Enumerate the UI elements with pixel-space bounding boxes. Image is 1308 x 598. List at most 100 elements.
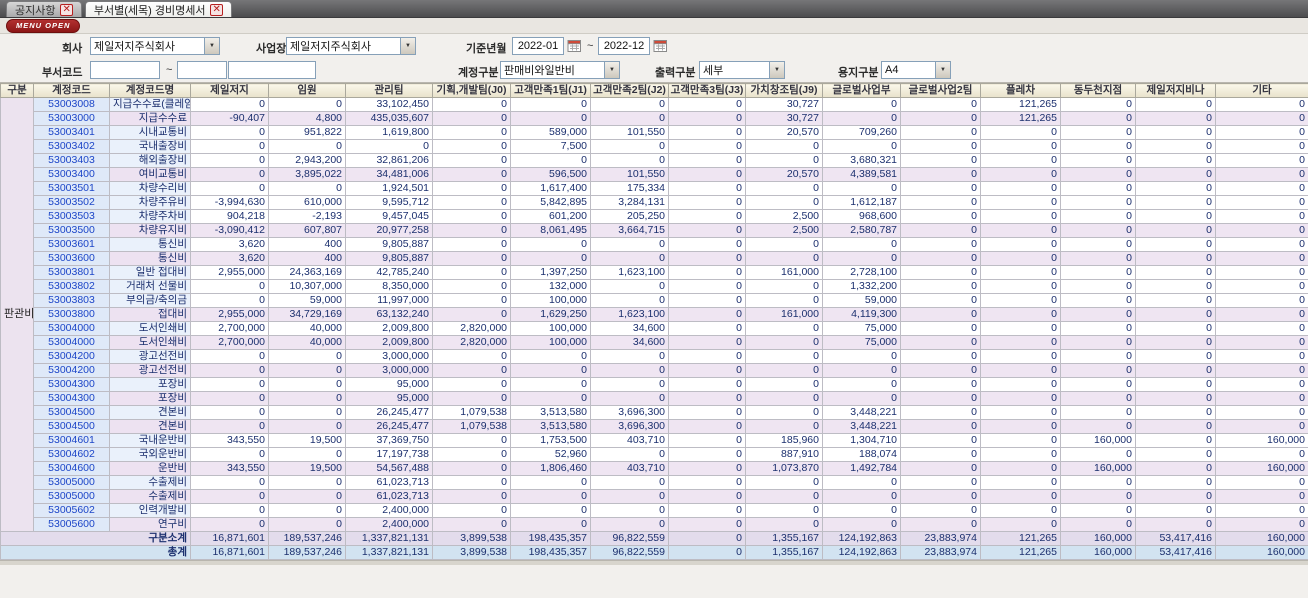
table-row[interactable]: 53005000 수출제비 0 0 61,023,713 0 0 0 0 0 0 0 0 0 0 0 <box>1 475 1308 490</box>
tab-notice[interactable]: 공지사항 ✕ <box>6 1 82 17</box>
close-icon[interactable]: ✕ <box>210 3 223 16</box>
account-code[interactable]: 53004601 <box>33 433 110 448</box>
table-row[interactable]: 53003501 차량수리비 0 0 1,924,501 0 1,617,400 175,33… <box>1 181 1308 196</box>
column-header[interactable]: 기획,개발팀(J0) <box>432 83 511 98</box>
account-code[interactable]: 53004602 <box>33 447 110 462</box>
account-code[interactable]: 53003600 <box>33 251 110 266</box>
table-row[interactable]: 판관비 53003008 지급수수료(클레임 0 0 33,102,450 0 0 0 0 30,7… <box>0 97 1308 532</box>
account-code[interactable]: 53005000 <box>33 489 110 504</box>
table-row[interactable]: 53004300 포장비 0 0 95,000 0 0 0 0 0 0 0 0 0 0 0 <box>1 377 1308 392</box>
account-code[interactable]: 53003008 <box>33 97 110 112</box>
account-code[interactable]: 53004200 <box>33 363 110 378</box>
table-row[interactable]: 53003802 거래처 선물비 0 10,307,000 8,350,000 0 132,… <box>1 279 1308 294</box>
account-code[interactable]: 53004300 <box>33 391 110 406</box>
menu-open-button[interactable]: MENU OPEN <box>6 18 81 33</box>
close-icon[interactable]: ✕ <box>60 3 73 16</box>
account-code[interactable]: 53004000 <box>33 335 110 350</box>
account-code[interactable]: 53003502 <box>33 195 110 210</box>
table-row[interactable]: 53004200 광고선전비 0 0 3,000,000 0 0 0 0 0 0 0 0 0 0 0 <box>1 349 1308 364</box>
table-row[interactable]: 53003402 국내출장비 0 0 0 0 7,500 0 0 0 0 0 0 0 0 0 <box>1 139 1308 154</box>
column-header[interactable]: 계정코드 <box>33 83 110 98</box>
account-code[interactable]: 53004300 <box>33 377 110 392</box>
period-from-input[interactable] <box>512 37 564 55</box>
account-code[interactable]: 53003401 <box>33 125 110 140</box>
column-header[interactable]: 고객만족1팀(J1) <box>510 83 591 98</box>
account-code[interactable]: 53003402 <box>33 139 110 154</box>
account-code[interactable]: 53003803 <box>33 293 110 308</box>
table-row[interactable]: 53004602 국외운반비 0 0 17,197,738 0 52,960 0 0 887,91… <box>1 447 1308 462</box>
account-type-select[interactable]: 판매비와일반비 ▼ <box>500 61 620 79</box>
table-row[interactable]: 53005000 수출제비 0 0 61,023,713 0 0 0 0 0 0 0 0 0 0 0 <box>1 489 1308 504</box>
calendar-icon[interactable] <box>567 38 582 53</box>
table-row[interactable]: 53003400 여비교통비 0 3,895,022 34,481,006 0 596,50… <box>1 167 1308 182</box>
column-header[interactable]: 가치창조팀(J9) <box>745 83 823 98</box>
table-row[interactable]: 53004600 운반비 343,550 19,500 54,567,488 0 1,806… <box>1 461 1308 476</box>
account-code[interactable]: 53004600 <box>33 461 110 476</box>
table-row[interactable]: 53003500 차량유지비 -3,090,412 607,807 20,977,258… <box>1 223 1308 238</box>
table-row[interactable]: 53003403 해외출장비 0 2,943,200 32,861,206 0 0 0 0 0 3,… <box>1 153 1308 168</box>
column-header[interactable]: 고객만족3팀(J3) <box>668 83 746 98</box>
amount-cell: 0 <box>1060 279 1136 294</box>
account-code[interactable]: 53003400 <box>33 167 110 182</box>
paper-type-select[interactable]: A4 ▼ <box>881 61 951 79</box>
account-code[interactable]: 53003601 <box>33 237 110 252</box>
account-code[interactable]: 53004500 <box>33 419 110 434</box>
table-row[interactable]: 53004000 도서인쇄비 2,700,000 40,000 2,009,800 2,8… <box>1 335 1308 350</box>
table-row[interactable]: 53003801 일반 접대비 2,955,000 24,363,169 42,785,… <box>1 265 1308 280</box>
table-row[interactable]: 53004601 국내운반비 343,550 19,500 37,369,750 0 1,7… <box>1 433 1308 448</box>
period-to-input[interactable] <box>598 37 650 55</box>
column-header[interactable]: 관리팀 <box>345 83 433 98</box>
table-row[interactable]: 53003502 차량주유비 -3,994,630 610,000 9,595,712 0… <box>1 195 1308 210</box>
account-code[interactable]: 53004200 <box>33 349 110 364</box>
table-row[interactable]: 53004200 광고선전비 0 0 3,000,000 0 0 0 0 0 0 0 0 0 0 0 <box>1 363 1308 378</box>
horizontal-scrollbar[interactable] <box>0 560 1308 565</box>
amount-cell: 0 <box>510 517 591 532</box>
table-row[interactable]: 53003600 통신비 3,620 400 9,805,887 0 0 0 0 0 0 0 0 0 0 0 <box>1 251 1308 266</box>
table-row[interactable]: 53004500 견본비 0 0 26,245,477 1,079,538 3,513,58… <box>1 419 1308 434</box>
account-code[interactable]: 53003801 <box>33 265 110 280</box>
table-row[interactable]: 53003503 차량주차비 904,218 -2,193 9,457,045 0 601,… <box>1 209 1308 224</box>
account-code[interactable]: 53004500 <box>33 405 110 420</box>
output-type-select[interactable]: 세부 ▼ <box>699 61 785 79</box>
site-select[interactable]: 제일저지주식회사 ▼ <box>286 37 416 55</box>
column-header[interactable]: 제일저지 <box>190 83 269 98</box>
column-header[interactable]: 제일저지비나 <box>1135 83 1216 98</box>
dept-code-to-input[interactable] <box>177 61 227 79</box>
column-header[interactable]: 글로벌사업2팀 <box>900 83 981 98</box>
table-row[interactable]: 53003800 접대비 2,955,000 34,729,169 63,132,240… <box>1 307 1308 322</box>
column-header[interactable]: 동두천지점 <box>1060 83 1136 98</box>
table-row[interactable]: 53003401 시내교통비 0 951,822 1,619,800 0 589,000 10… <box>1 125 1308 140</box>
account-code[interactable]: 53003800 <box>33 307 110 322</box>
table-row[interactable]: 53003601 통신비 3,620 400 9,805,887 0 0 0 0 0 0 0 0 0 0 0 <box>1 237 1308 252</box>
column-header[interactable]: 글로벌사업부 <box>822 83 901 98</box>
column-header[interactable]: 구분 <box>0 83 34 98</box>
account-code[interactable]: 53003403 <box>33 153 110 168</box>
table-row[interactable]: 53004000 도서인쇄비 2,700,000 40,000 2,009,800 2,8… <box>1 321 1308 336</box>
account-code[interactable]: 53005600 <box>33 517 110 532</box>
tab-expense-report[interactable]: 부서별(세목) 경비명세서 ✕ <box>84 1 232 17</box>
account-code[interactable]: 53005000 <box>33 475 110 490</box>
account-code[interactable]: 53003000 <box>33 111 110 126</box>
column-header[interactable]: 임원 <box>268 83 346 98</box>
table-row[interactable]: 53003000 지급수수료 -90,407 4,800 435,035,607 0 0 0 0… <box>1 111 1308 126</box>
account-code[interactable]: 53003503 <box>33 209 110 224</box>
table-row[interactable]: 53005600 연구비 0 0 2,400,000 0 0 0 0 0 0 0 0 0 0 0 <box>1 517 1308 532</box>
account-code[interactable]: 53003802 <box>33 279 110 294</box>
amount-cell: 0 <box>1215 517 1308 532</box>
account-code[interactable]: 53004000 <box>33 321 110 336</box>
column-header[interactable]: 기타 <box>1215 83 1308 98</box>
dept-code-from-input[interactable] <box>90 61 160 79</box>
account-code[interactable]: 53005602 <box>33 503 110 518</box>
table-row[interactable]: 53004300 포장비 0 0 95,000 0 0 0 0 0 0 0 0 0 0 0 <box>1 391 1308 406</box>
table-row[interactable]: 53005602 인력개발비 0 0 2,400,000 0 0 0 0 0 0 0 0 0 0 0 <box>1 503 1308 518</box>
account-code[interactable]: 53003500 <box>33 223 110 238</box>
column-header[interactable]: 계정코드명 <box>109 83 191 98</box>
dept-name-input[interactable] <box>228 61 316 79</box>
table-row[interactable]: 53004500 견본비 0 0 26,245,477 1,079,538 3,513,58… <box>1 405 1308 420</box>
calendar-icon[interactable] <box>653 38 668 53</box>
column-header[interactable]: 플레차 <box>980 83 1061 98</box>
company-select[interactable]: 제일저지주식회사 ▼ <box>90 37 220 55</box>
table-row[interactable]: 53003803 부의금/축의금 0 59,000 11,997,000 0 100,000… <box>1 293 1308 308</box>
account-code[interactable]: 53003501 <box>33 181 110 196</box>
column-header[interactable]: 고객만족2팀(J2) <box>590 83 669 98</box>
